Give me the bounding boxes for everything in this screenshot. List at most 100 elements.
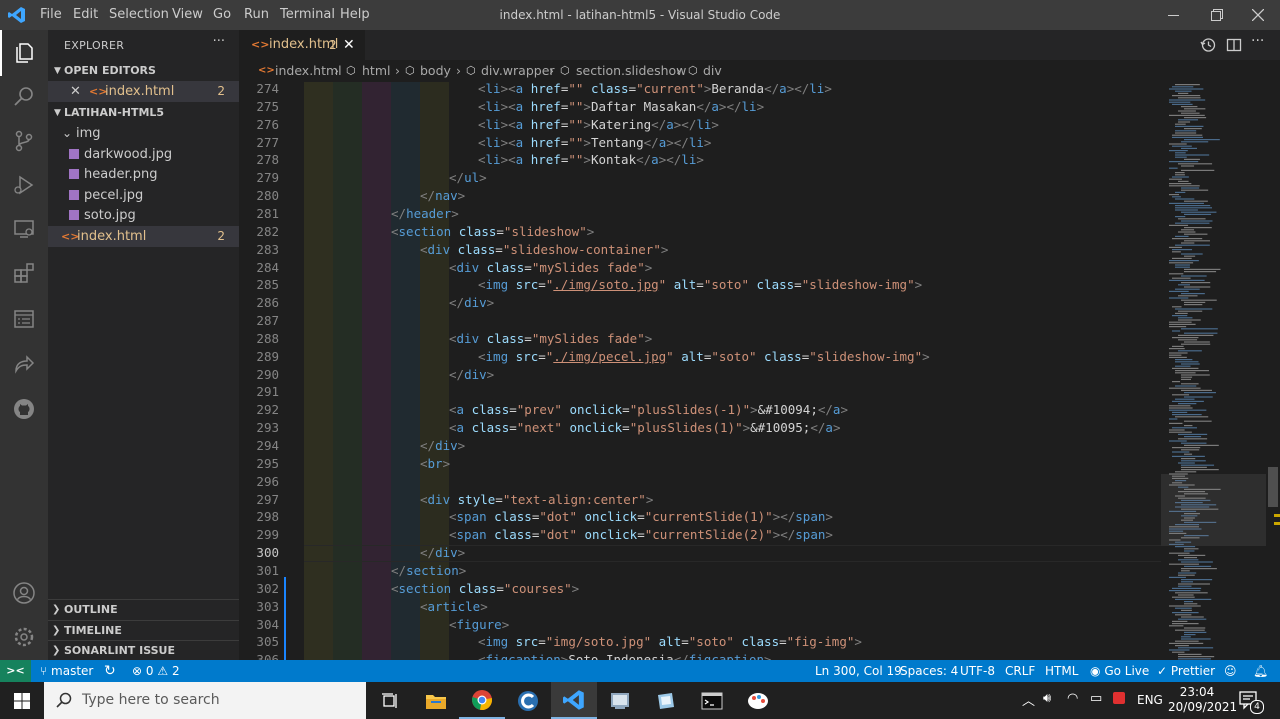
search-button[interactable] <box>0 74 48 120</box>
encoding[interactable]: UTF-8 <box>960 660 995 682</box>
taskbar-search[interactable]: Type here to search <box>44 682 366 719</box>
minimap-line <box>1178 554 1206 556</box>
open-editors-section[interactable]: ▼ OPEN EDITORS <box>48 61 239 81</box>
volume-icon[interactable]: 🔊︎ <box>1043 691 1051 706</box>
open-changes-button[interactable] <box>1200 37 1216 53</box>
feedback-icon[interactable]: ☺ <box>1224 660 1237 682</box>
minimap-line <box>1181 636 1191 638</box>
timeline-section[interactable]: ❯ TIMELINE <box>48 620 239 641</box>
minimap-line <box>1169 563 1199 565</box>
chevron-up-icon[interactable]: ︿ <box>1022 690 1035 709</box>
breadcrumb-item[interactable]: body <box>420 60 451 82</box>
more-actions-button[interactable]: ··· <box>1251 33 1264 49</box>
minimap-line <box>1175 207 1213 209</box>
minimap-line <box>1184 128 1202 130</box>
scrollbar-thumb[interactable] <box>1268 467 1278 507</box>
sync-icon[interactable]: ↻ <box>104 660 116 682</box>
github-button[interactable] <box>0 386 48 432</box>
notification-center-button[interactable]: 4 <box>1238 690 1264 714</box>
restore-button[interactable] <box>1194 0 1240 30</box>
file-pecel[interactable]: pecel.jpg <box>48 185 239 206</box>
menu-selection[interactable]: Selection <box>109 0 169 30</box>
split-editor-button[interactable] <box>1226 37 1242 53</box>
live-share-icon <box>15 355 35 374</box>
minimap-line <box>1172 145 1192 147</box>
paint-button[interactable] <box>735 682 781 719</box>
security-icon[interactable] <box>1113 692 1125 704</box>
breadcrumb-item[interactable]: html <box>362 60 390 82</box>
live-share-button[interactable] <box>0 342 48 388</box>
menu-go[interactable]: Go <box>213 0 231 30</box>
go-live-button[interactable]: ◉ Go Live <box>1090 660 1149 682</box>
sonarlint-section[interactable]: ❯ SONARLINT ISSUE LOCATIONS <box>48 640 239 677</box>
folder-img[interactable]: ⌄ img <box>48 123 239 144</box>
explorer-more-button[interactable]: ··· <box>213 34 225 49</box>
close-tab-icon[interactable]: ✕ <box>343 30 355 60</box>
menu-view[interactable]: View <box>172 0 203 30</box>
source-control-button[interactable] <box>0 118 48 164</box>
remote-indicator-button[interactable]: >< <box>0 660 31 682</box>
element-icon: ⬡ <box>346 64 356 77</box>
open-editor-item[interactable]: ✕ <> index.html 2 <box>48 81 239 102</box>
account-button[interactable] <box>0 570 48 616</box>
minimap-line <box>1184 332 1218 334</box>
menu-terminal[interactable]: Terminal <box>280 0 335 30</box>
wifi-icon[interactable]: ◠ <box>1067 691 1078 706</box>
code-editor[interactable]: 274 <li><a href="" class="current">Berand… <box>239 82 1161 660</box>
indentation[interactable]: Spaces: 4 <box>900 660 958 682</box>
vscode-taskbar-button[interactable] <box>551 682 597 719</box>
problems-button[interactable]: ⊗ 0 ⚠ 2 <box>132 660 180 682</box>
editor-scrollbar[interactable] <box>1266 82 1280 660</box>
explorer-button[interactable] <box>0 30 48 76</box>
notifications-bell-icon[interactable]: 🔔︎ <box>1253 660 1268 682</box>
terminal-button[interactable] <box>689 682 735 719</box>
cursor-position[interactable]: Ln 300, Col 19 <box>815 660 902 682</box>
menu-run[interactable]: Run <box>244 0 269 30</box>
settings-button[interactable] <box>0 614 48 660</box>
task-view-button[interactable] <box>367 682 413 719</box>
menu-file[interactable]: File <box>40 0 62 30</box>
tab-index-html[interactable]: <> index.html 2 ✕ <box>239 30 365 60</box>
breadcrumb-item[interactable]: div <box>703 60 722 82</box>
branch-button[interactable]: ⑂ master <box>40 660 93 682</box>
testing-button[interactable] <box>0 296 48 342</box>
menu-edit[interactable]: Edit <box>73 0 98 30</box>
file-explorer-button[interactable] <box>413 682 459 719</box>
remote-explorer-button[interactable] <box>0 206 48 252</box>
minimap[interactable] <box>1161 82 1266 660</box>
prettier-label: Prettier <box>1170 664 1216 678</box>
file-header[interactable]: header.png <box>48 164 239 185</box>
minimize-button[interactable] <box>1150 0 1196 30</box>
outline-section[interactable]: ❯ OUTLINE <box>48 599 239 620</box>
line-ending[interactable]: CRLF <box>1005 660 1035 682</box>
minimap-line <box>1175 592 1208 594</box>
app-button[interactable] <box>597 682 643 719</box>
minimap-line <box>1175 222 1210 224</box>
prettier-button[interactable]: ✓ Prettier <box>1157 660 1215 682</box>
language-mode[interactable]: HTML <box>1045 660 1078 682</box>
close-editor-icon[interactable]: ✕ <box>70 81 81 102</box>
line-number: 277 <box>256 135 279 150</box>
app-button-2[interactable] <box>643 682 689 719</box>
workspace-folder-section[interactable]: ▼ LATIHAN-HTML5 <box>48 103 239 123</box>
run-debug-button[interactable] <box>0 162 48 208</box>
breadcrumb-item[interactable]: section.slideshow <box>576 60 686 82</box>
ccleaner-button[interactable] <box>505 682 551 719</box>
chrome-button[interactable] <box>459 682 505 719</box>
menu-help[interactable]: Help <box>340 0 370 30</box>
battery-icon[interactable]: ▭ <box>1090 691 1102 706</box>
input-language[interactable]: ENG <box>1137 682 1163 719</box>
close-window-button[interactable] <box>1236 0 1280 30</box>
file-darkwood[interactable]: darkwood.jpg <box>48 144 239 165</box>
file-index-html[interactable]: <> index.html 2 <box>48 226 239 247</box>
clock[interactable]: 23:04 20/09/2021 <box>1168 685 1237 715</box>
minimap-line <box>1184 108 1206 110</box>
extensions-button[interactable] <box>0 250 48 296</box>
minimap-line <box>1184 158 1200 160</box>
start-button[interactable] <box>0 682 44 719</box>
minimap-viewport[interactable] <box>1161 474 1266 546</box>
file-soto[interactable]: soto.jpg <box>48 205 239 226</box>
error-count: 0 <box>145 664 154 678</box>
breadcrumb-item[interactable]: index.html <box>275 60 342 82</box>
breadcrumb-item[interactable]: div.wrapper <box>481 60 555 82</box>
